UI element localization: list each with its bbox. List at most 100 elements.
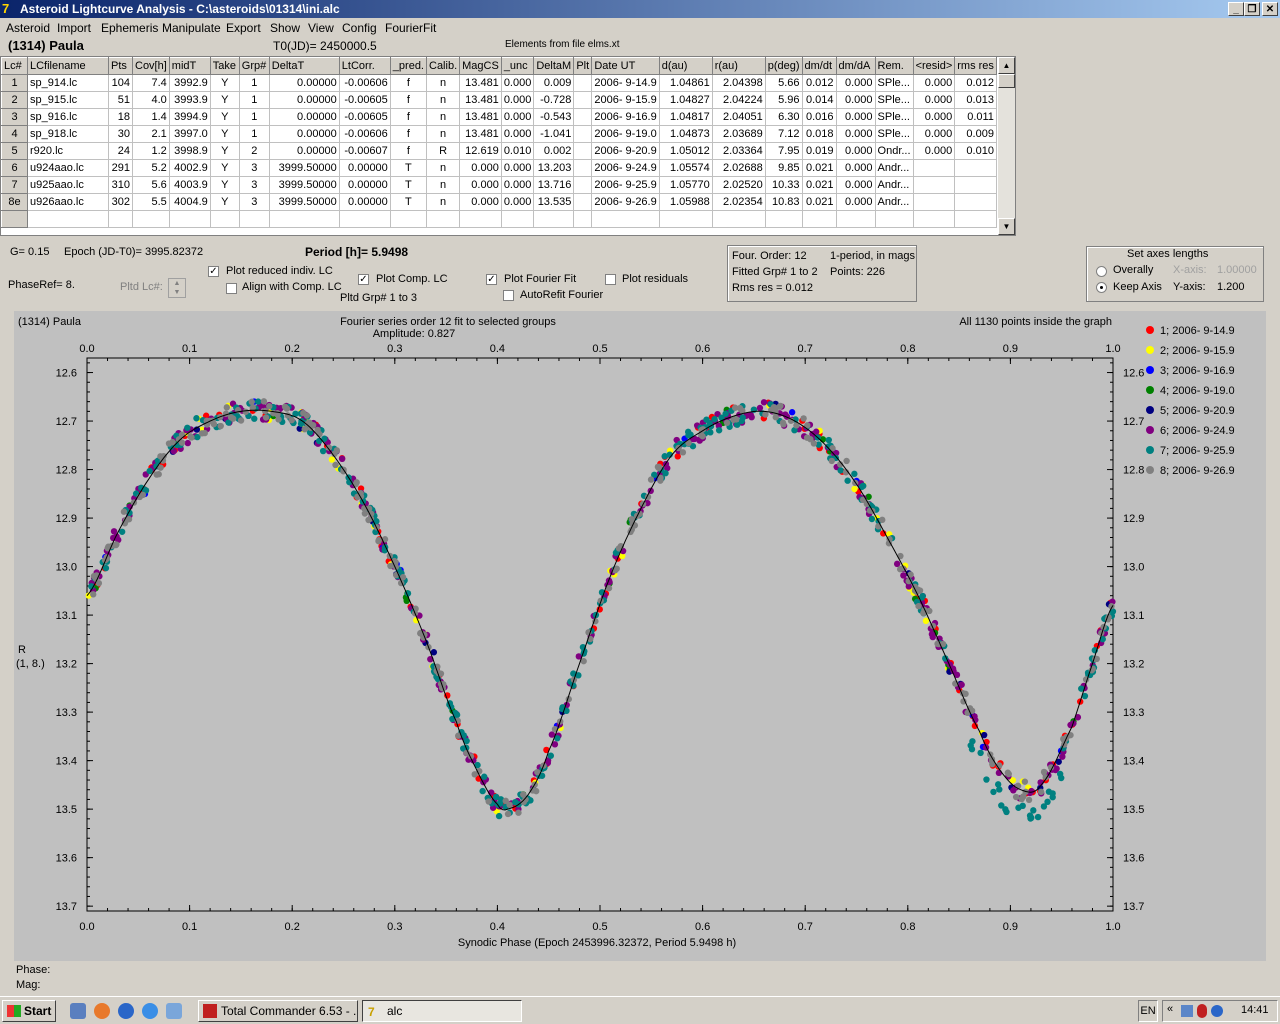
table-cell[interactable]: SPle...	[874, 125, 914, 143]
table-cell[interactable]: 0.00000	[268, 125, 340, 143]
align-comp-checkbox[interactable]	[226, 283, 237, 294]
table-cell[interactable]: 7.95	[764, 142, 803, 160]
table-cell[interactable]: 13.481	[459, 74, 502, 92]
table-cell[interactable]: sp_916.lc	[27, 108, 109, 126]
table-cell[interactable]: sp_914.lc	[27, 74, 109, 92]
table-cell[interactable]: -0.00606	[338, 125, 391, 143]
table-cell[interactable]: 0.000	[500, 176, 535, 194]
table-cell[interactable]: Y	[209, 176, 240, 194]
table-cell[interactable]: 0.000	[500, 108, 535, 126]
y-axis-value[interactable]: 1.200	[1217, 281, 1245, 293]
column-header[interactable]: p(deg)	[764, 57, 803, 75]
table-cell[interactable]: T	[389, 193, 428, 211]
table-cell[interactable]: -0.543	[533, 108, 575, 126]
table-cell[interactable]: 2	[238, 142, 270, 160]
column-header[interactable]: d(au)	[658, 57, 713, 75]
table-cell[interactable]: 9.85	[764, 159, 803, 177]
table-cell[interactable]: 2006- 9-25.9	[591, 176, 660, 194]
table-cell[interactable]: f	[389, 74, 428, 92]
table-cell[interactable]: 1.04817	[658, 108, 713, 126]
table-cell[interactable]: 0.013	[954, 91, 997, 109]
column-header[interactable]: Cov[h]	[132, 57, 170, 75]
menu-show[interactable]: Show	[270, 21, 300, 35]
plot-residuals-checkbox[interactable]	[605, 274, 616, 285]
table-cell[interactable]: Andr...	[874, 176, 914, 194]
table-cell[interactable]: 0.00000	[338, 159, 391, 177]
table-cell[interactable]: 7.12	[764, 125, 803, 143]
table-cell[interactable]: 2006- 9-20.9	[591, 142, 660, 160]
table-cell[interactable]	[168, 210, 211, 228]
table-cell[interactable]	[954, 193, 997, 211]
table-cell[interactable]: u924aao.lc	[27, 159, 109, 177]
table-cell[interactable]: 0.000	[500, 125, 535, 143]
table-row[interactable]: 7 u925aao.lc 310 5.6 4003.9 Y 3 3999.50000 0.000…	[1, 176, 997, 194]
table-cell[interactable]: 104	[108, 74, 133, 92]
table-cell[interactable]: 3998.9	[168, 142, 211, 160]
table-cell[interactable]	[912, 159, 956, 177]
table-cell[interactable]: 1	[238, 74, 270, 92]
menu-view[interactable]: View	[308, 21, 334, 35]
start-button[interactable]: Start	[2, 1000, 56, 1022]
table-cell[interactable]: n	[425, 193, 461, 211]
table-cell[interactable]: 2006- 9-14.9	[591, 74, 660, 92]
table-cell[interactable]: n	[425, 125, 461, 143]
column-header[interactable]: DeltaT	[268, 57, 340, 75]
table-cell[interactable]: 3	[238, 176, 270, 194]
table-cell[interactable]: sp_915.lc	[27, 91, 109, 109]
table-cell[interactable]: 0.009	[533, 74, 575, 92]
table-cell[interactable]	[27, 210, 109, 228]
table-cell[interactable]: Andr...	[874, 193, 914, 211]
table-cell[interactable]: -0.00605	[338, 108, 391, 126]
column-header[interactable]: Calib.	[425, 57, 461, 75]
table-cell[interactable]: 0.000	[500, 159, 535, 177]
row-header[interactable]: 5	[1, 142, 28, 160]
table-cell[interactable]: 0.000	[835, 193, 876, 211]
table-cell[interactable]: 4004.9	[168, 193, 211, 211]
table-cell[interactable]: 3997.0	[168, 125, 211, 143]
table-cell[interactable]: 13.481	[459, 125, 502, 143]
table-cell[interactable]: 2.02688	[711, 159, 766, 177]
table-cell[interactable]: 2006- 9-24.9	[591, 159, 660, 177]
table-cell[interactable]	[874, 210, 914, 228]
table-cell[interactable]: -1.041	[533, 125, 575, 143]
table-cell[interactable]: 0.012	[954, 74, 997, 92]
table-cell[interactable]: 0.014	[801, 91, 837, 109]
phaseref-value[interactable]: PhaseRef= 8.	[8, 279, 75, 291]
table-cell[interactable]: 0.012	[801, 74, 837, 92]
table-cell[interactable]: f	[389, 91, 428, 109]
period-value[interactable]: Period [h]= 5.9498	[305, 245, 408, 259]
table-cell[interactable]: 0.00000	[268, 142, 340, 160]
scroll-down-icon[interactable]: ▼	[998, 218, 1015, 235]
table-scrollbar[interactable]: ▲ ▼	[998, 57, 1015, 235]
table-cell[interactable]	[573, 142, 593, 160]
table-cell[interactable]	[500, 210, 535, 228]
table-row[interactable]: 3 sp_916.lc 18 1.4 3994.9 Y 1 0.00000 -0.00605 f n…	[1, 108, 997, 126]
desktop-icon[interactable]	[166, 1003, 182, 1019]
restore-button[interactable]: ❐	[1244, 2, 1260, 16]
table-cell[interactable]: 2006- 9-26.9	[591, 193, 660, 211]
task-alc[interactable]: 7 alc	[362, 1000, 522, 1022]
table-cell[interactable]	[459, 210, 502, 228]
table-cell[interactable]: Y	[209, 108, 240, 126]
table-cell[interactable]: 1.05012	[658, 142, 713, 160]
table-cell[interactable]: R	[425, 142, 461, 160]
table-cell[interactable]: f	[389, 125, 428, 143]
table-cell[interactable]	[573, 74, 593, 92]
menu-export[interactable]: Export	[226, 21, 261, 35]
table-cell[interactable]: 0.021	[801, 193, 837, 211]
table-cell[interactable]: 18	[108, 108, 133, 126]
menu-config[interactable]: Config	[342, 21, 377, 35]
table-cell[interactable]: 310	[108, 176, 133, 194]
table-cell[interactable]: 7.4	[132, 74, 170, 92]
table-cell[interactable]	[954, 210, 997, 228]
column-header[interactable]: midT	[168, 57, 211, 75]
close-button[interactable]: ✕	[1262, 2, 1278, 16]
table-row[interactable]: 2 sp_915.lc 51 4.0 3993.9 Y 1 0.00000 -0.00605 f n…	[1, 91, 997, 109]
table-cell[interactable]: 0.000	[500, 193, 535, 211]
total-commander-launch-icon[interactable]	[70, 1003, 86, 1019]
table-cell[interactable]	[764, 210, 803, 228]
table-cell[interactable]	[573, 193, 593, 211]
table-cell[interactable]: r920.lc	[27, 142, 109, 160]
table-cell[interactable]: SPle...	[874, 74, 914, 92]
column-header[interactable]: _unc	[500, 57, 535, 75]
